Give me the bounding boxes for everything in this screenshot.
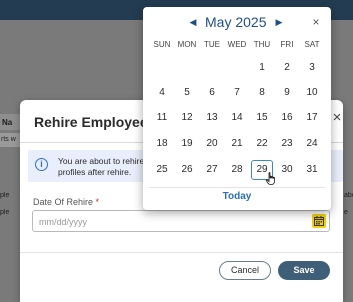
- info-icon: i: [35, 158, 48, 171]
- cancel-button[interactable]: Cancel: [219, 261, 271, 280]
- calendar-day[interactable]: 24: [301, 134, 323, 154]
- weekday-label: SAT: [304, 40, 320, 49]
- background-search-input: rts w: [0, 133, 20, 147]
- calendar-day[interactable]: 4: [151, 83, 173, 103]
- calendar-day[interactable]: 19: [176, 134, 198, 154]
- calendar-day[interactable]: 6: [201, 83, 223, 103]
- date-picker-popup: ◀ May 2025 ▶ × SUN MON TUE WED THU FRI SAT 123…: [143, 7, 331, 210]
- calendar-day[interactable]: 31: [301, 160, 323, 180]
- calendar-day[interactable]: 20: [201, 134, 223, 154]
- next-month-icon[interactable]: ▶: [274, 17, 284, 28]
- calendar-day[interactable]: 8: [251, 83, 273, 103]
- calendar-day[interactable]: 17: [301, 108, 323, 128]
- background-cell: ple: [0, 209, 10, 216]
- dialog-title: Rehire Employees: [34, 114, 156, 130]
- weekday-label: WED: [227, 40, 247, 49]
- calendar-day[interactable]: 13: [201, 108, 223, 128]
- calendar-day[interactable]: 15: [251, 108, 273, 128]
- weekday-label: TUE: [204, 40, 220, 49]
- required-mark: *: [95, 197, 100, 207]
- dialog-footer-divider: [20, 252, 343, 253]
- today-button[interactable]: Today: [143, 191, 331, 202]
- calendar-day[interactable]: 21: [226, 134, 248, 154]
- calendar-day[interactable]: 16: [276, 108, 298, 128]
- calendar-day[interactable]: 26: [176, 160, 198, 180]
- close-icon[interactable]: ×: [329, 110, 345, 126]
- calendar-day[interactable]: 23: [276, 134, 298, 154]
- background-cell: ple: [0, 192, 10, 199]
- calendar-day[interactable]: 3: [301, 58, 323, 78]
- previous-month-icon[interactable]: ◀: [188, 17, 198, 28]
- calendar-day[interactable]: 11: [151, 108, 173, 128]
- weekday-label: MON: [177, 40, 197, 49]
- calendar-day[interactable]: 10: [301, 83, 323, 103]
- calendar-divider: [149, 187, 325, 188]
- calendar-day[interactable]: 22: [251, 134, 273, 154]
- background-cell: e: [344, 209, 348, 216]
- calendar-day[interactable]: 7: [226, 83, 248, 103]
- background-table-header: Na: [0, 114, 20, 130]
- mouse-cursor-icon: [265, 172, 275, 185]
- calendar-day[interactable]: 2: [276, 58, 298, 78]
- date-of-rehire-label-text: Date Of Rehire: [33, 197, 94, 207]
- calendar-day[interactable]: 30: [276, 160, 298, 180]
- calendar-day[interactable]: 9: [276, 83, 298, 103]
- save-button[interactable]: Save: [278, 261, 330, 280]
- close-icon[interactable]: ×: [309, 15, 323, 29]
- calendar-day[interactable]: 18: [151, 134, 173, 154]
- calendar-day[interactable]: 1: [251, 58, 273, 78]
- weekday-label: THU: [253, 40, 271, 49]
- calendar-icon[interactable]: [312, 214, 326, 228]
- calendar-day[interactable]: 14: [226, 108, 248, 128]
- month-year-label[interactable]: May 2025: [205, 14, 266, 30]
- calendar-day[interactable]: 25: [151, 160, 173, 180]
- background-cell: abc: [344, 192, 353, 199]
- weekday-label: FRI: [280, 40, 294, 49]
- calendar-day[interactable]: 27: [201, 160, 223, 180]
- date-of-rehire-field[interactable]: [32, 210, 330, 232]
- calendar-day[interactable]: 5: [176, 83, 198, 103]
- info-message: You are about to rehire profiles after r…: [58, 156, 145, 177]
- date-of-rehire-label: Date Of Rehire *: [33, 197, 99, 207]
- calendar-day[interactable]: 28: [226, 160, 248, 180]
- date-of-rehire-input[interactable]: [39, 214, 299, 229]
- calendar-day[interactable]: 12: [176, 108, 198, 128]
- weekday-label: SUN: [153, 40, 171, 49]
